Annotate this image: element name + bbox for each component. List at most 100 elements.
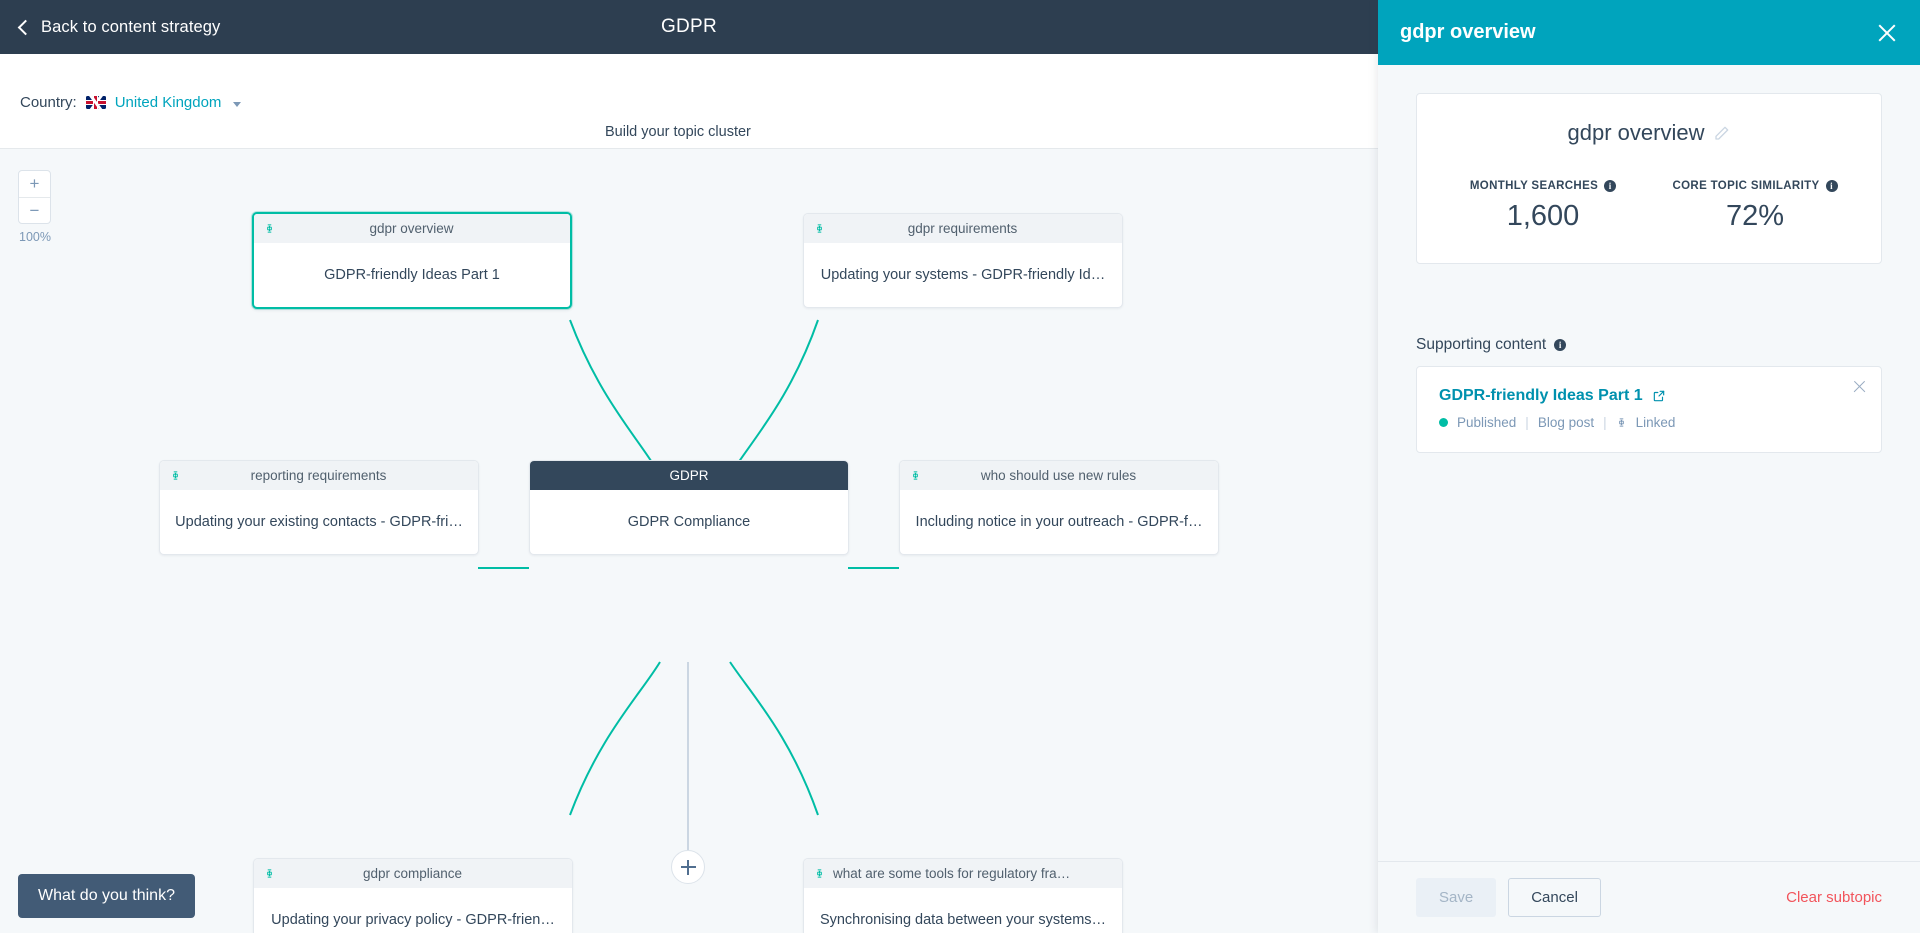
supporting-content-heading: Supporting content i (1416, 336, 1882, 354)
cluster-node-gdpr-requirements[interactable]: gdpr requirements Updating your systems … (803, 213, 1123, 308)
chevron-down-icon (233, 101, 242, 107)
metric-value: 72% (1725, 200, 1785, 232)
external-link-icon[interactable] (1652, 389, 1666, 403)
info-icon[interactable]: i (1604, 180, 1617, 192)
status-dot-icon (1439, 418, 1448, 427)
node-keyword: gdpr overview (369, 221, 454, 236)
link-icon (267, 869, 272, 878)
node-keyword: gdpr compliance (362, 866, 463, 881)
node-body: Synchronising data between your systems… (804, 888, 1122, 933)
node-header: GDPR (530, 461, 848, 490)
node-header: reporting requirements (160, 461, 478, 490)
metrics-grid: MONTHLY SEARCHES i 1,600 CORE TOPIC SIMI… (1437, 180, 1861, 233)
info-icon[interactable]: i (1825, 180, 1838, 192)
node-header: what are some tools for regulatory fra… (804, 859, 1122, 888)
metric-label: CORE TOPIC SIMILARITY i (1649, 180, 1861, 192)
add-subtopic-button[interactable] (671, 850, 705, 884)
link-icon (817, 869, 822, 878)
subtopic-title-row: gdpr overview (1437, 120, 1861, 146)
country-selector[interactable]: Country: United Kingdom (20, 94, 242, 111)
zoom-controls[interactable]: + − (18, 170, 51, 224)
node-body: Updating your privacy policy - GDPR-frie… (254, 888, 572, 933)
meta-separator: | (1525, 415, 1529, 430)
pencil-icon[interactable] (1714, 125, 1730, 141)
node-body: Including notice in your outreach - GDPR… (900, 490, 1218, 554)
uk-flag-icon (85, 96, 106, 109)
node-header: who should use new rules (900, 461, 1218, 490)
node-content-title: Updating your privacy policy - GDPR-frie… (271, 912, 555, 928)
node-keyword: GDPR (669, 468, 709, 483)
node-keyword: gdpr requirements (907, 221, 1018, 236)
close-icon[interactable] (1876, 22, 1898, 44)
cluster-node-core-gdpr[interactable]: GDPR GDPR Compliance (529, 460, 849, 555)
node-body: GDPR-friendly Ideas Part 1 (254, 243, 570, 307)
metric-monthly-searches: MONTHLY SEARCHES i 1,600 (1437, 180, 1649, 233)
supporting-content-item: GDPR-friendly Ideas Part 1 Published | B… (1416, 366, 1882, 453)
feedback-button[interactable]: What do you think? (18, 874, 195, 918)
cancel-button[interactable]: Cancel (1508, 878, 1601, 917)
subtopic-detail-panel: gdpr overview gdpr overview MONTHLY SEAR… (1378, 0, 1920, 933)
metric-label: MONTHLY SEARCHES i (1437, 180, 1649, 192)
top-navigation-bar: GDPR Back to content strategy (0, 0, 1378, 54)
zoom-level-label: 100% (19, 230, 51, 244)
link-icon (173, 471, 178, 480)
node-content-title: GDPR Compliance (627, 514, 751, 530)
cluster-node-regulatory-tools[interactable]: what are some tools for regulatory fra… … (803, 858, 1123, 933)
node-keyword: reporting requirements (250, 468, 387, 483)
meta-separator: | (1603, 415, 1607, 430)
cluster-node-gdpr-overview[interactable]: gdpr overview GDPR-friendly Ideas Part 1 (252, 212, 572, 309)
app-root: GDPR Back to content strategy Country: U… (0, 0, 1920, 933)
subtopic-title: gdpr overview (1567, 120, 1705, 145)
node-body: Updating your systems - GDPR-friendly Id… (804, 243, 1122, 307)
node-body: Updating your existing contacts - GDPR-f… (160, 490, 478, 554)
link-state: Linked (1635, 415, 1676, 430)
remove-supporting-content-icon[interactable] (1852, 379, 1867, 394)
subtopic-metrics-card: gdpr overview MONTHLY SEARCHES i 1,600 C… (1416, 93, 1882, 264)
back-button-label: Back to content strategy (41, 17, 221, 36)
link-icon (1618, 418, 1624, 427)
panel-body: gdpr overview MONTHLY SEARCHES i 1,600 C… (1378, 65, 1920, 861)
panel-title: gdpr overview (1400, 21, 1536, 43)
metric-value: 1,600 (1506, 200, 1580, 232)
cluster-node-reporting-requirements[interactable]: reporting requirements Updating your exi… (159, 460, 479, 555)
node-header: gdpr compliance (254, 859, 572, 888)
metric-label-text: CORE TOPIC SIMILARITY (1672, 180, 1820, 192)
panel-header: gdpr overview (1378, 0, 1920, 65)
link-icon (913, 471, 918, 480)
zoom-in-button[interactable]: + (19, 171, 50, 197)
cluster-node-who-should-use-new-rules[interactable]: who should use new rules Including notic… (899, 460, 1219, 555)
node-keyword: what are some tools for regulatory fra… (833, 866, 1071, 881)
link-icon (267, 224, 272, 233)
topic-cluster-canvas[interactable]: + − 100% gdpr overview GDPR-friendly Ide… (0, 150, 1378, 933)
node-content-title: Synchronising data between your systems… (819, 912, 1107, 928)
supporting-content-meta: Published | Blog post | Linked (1439, 415, 1861, 430)
supporting-content-link[interactable]: GDPR-friendly Ideas Part 1 (1439, 387, 1643, 405)
node-content-title: Updating your existing contacts - GDPR-f… (175, 514, 463, 530)
node-body: GDPR Compliance (530, 490, 848, 554)
supporting-content-link-row: GDPR-friendly Ideas Part 1 (1439, 387, 1861, 405)
country-label: Country: (20, 94, 77, 111)
metric-label-text: MONTHLY SEARCHES (1469, 180, 1599, 192)
node-header: gdpr requirements (804, 214, 1122, 243)
chevron-left-icon (17, 19, 34, 36)
country-value[interactable]: United Kingdom (115, 94, 222, 111)
node-keyword: who should use new rules (980, 468, 1137, 483)
save-button[interactable]: Save (1416, 878, 1497, 917)
metric-core-topic-similarity: CORE TOPIC SIMILARITY i 72% (1649, 180, 1861, 233)
node-content-title: Updating your systems - GDPR-friendly Id… (820, 267, 1106, 283)
zoom-out-button[interactable]: − (19, 196, 50, 224)
cluster-node-gdpr-compliance[interactable]: gdpr compliance Updating your privacy po… (253, 858, 573, 933)
panel-footer: Save Cancel Clear subtopic (1378, 861, 1920, 933)
content-type: Blog post (1537, 415, 1595, 430)
node-content-title: Including notice in your outreach - GDPR… (915, 514, 1203, 530)
clear-subtopic-button[interactable]: Clear subtopic (1786, 889, 1882, 906)
status-badge: Published (1457, 415, 1517, 430)
build-cluster-label: Build your topic cluster (605, 124, 751, 140)
info-icon[interactable]: i (1554, 339, 1567, 351)
supporting-content-label: Supporting content (1416, 336, 1547, 353)
node-content-title: GDPR-friendly Ideas Part 1 (324, 267, 500, 283)
sub-toolbar: Country: United Kingdom Build your topic… (0, 54, 1395, 171)
back-to-content-strategy-button[interactable]: Back to content strategy (17, 0, 221, 54)
link-icon (817, 224, 822, 233)
node-header: gdpr overview (254, 214, 570, 243)
